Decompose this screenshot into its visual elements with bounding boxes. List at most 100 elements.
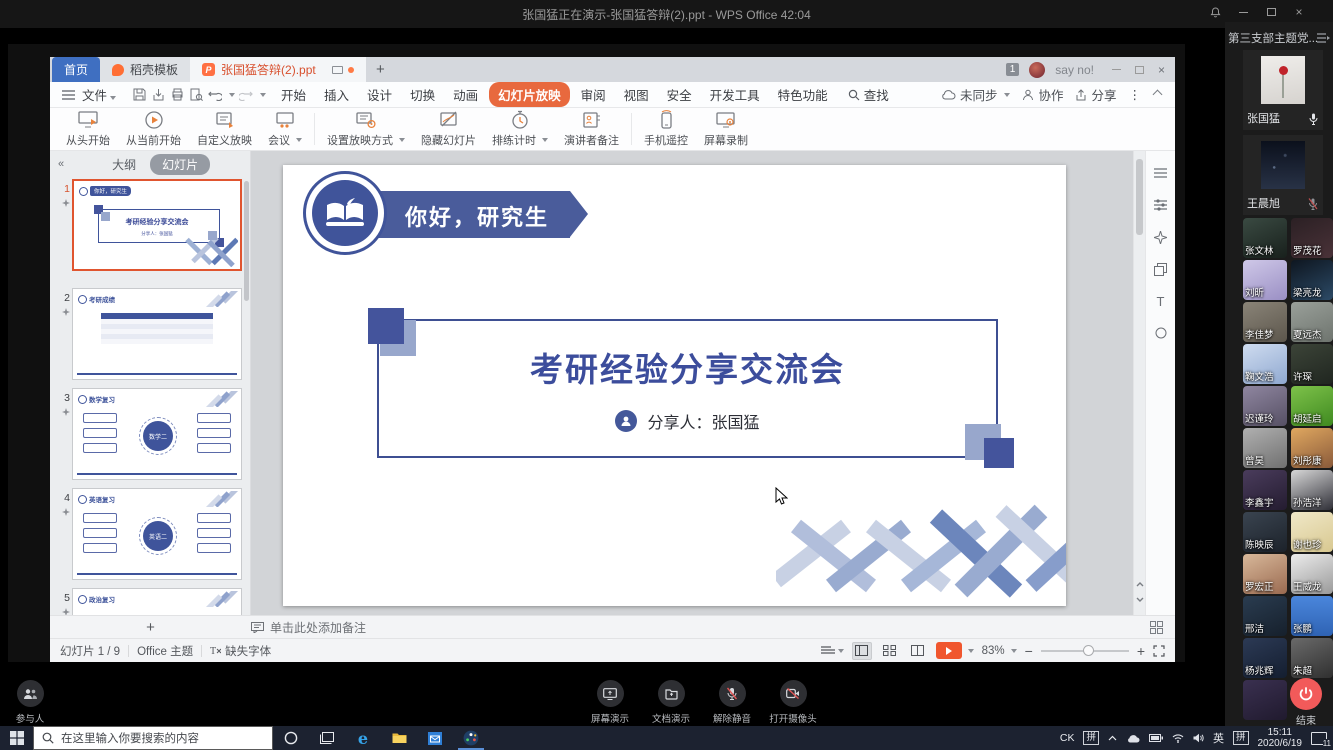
onedrive-icon[interactable] [1126,734,1140,743]
menu-item[interactable]: 开始 [272,86,315,106]
file-explorer-icon[interactable] [381,726,417,750]
participant-tile[interactable]: 谢也珍 [1291,512,1333,552]
participant-tile[interactable]: 杨兆辉 [1243,638,1287,678]
theme-name[interactable]: Office 主题 [137,643,193,659]
tab-home[interactable]: 首页 [52,57,100,82]
participant-tile[interactable]: 曾昊 [1243,428,1287,468]
slide-thumbnail-3[interactable]: 3 数学复习 数学二 [56,388,246,486]
participant-tile[interactable]: 夏远杰 [1291,302,1333,342]
user-avatar[interactable] [1029,62,1045,78]
wps-close-button[interactable]: × [1158,63,1165,77]
screen-share-button[interactable]: 屏幕演示 [588,680,632,725]
menu-item[interactable]: 插入 [315,86,358,106]
reading-view-button[interactable] [908,642,928,660]
speaker-icon[interactable] [1193,733,1204,743]
participant-tile[interactable]: 许琛 [1291,344,1333,384]
properties-icon[interactable] [1153,165,1169,181]
ribbon-phone-remote[interactable]: 手机遥控 [636,108,696,150]
participant-tile[interactable]: 罗茂花 [1291,218,1333,258]
tray-expand-icon[interactable] [1108,735,1117,741]
wifi-icon[interactable] [1172,734,1184,743]
shape-tool-icon[interactable] [1153,325,1169,341]
print-icon[interactable] [169,87,185,103]
redo-icon[interactable] [238,87,254,103]
animation-star-icon[interactable] [1153,229,1169,245]
wps-minimize-button[interactable] [1112,69,1121,70]
mail-icon[interactable] [417,726,453,750]
menu-file[interactable]: 文件 [78,82,125,107]
participant-tile[interactable]: 鞠文浩 [1243,344,1287,384]
slideshow-play-button[interactable] [936,642,962,659]
new-slide-button[interactable]: + [50,619,251,636]
notes-toggle-icon[interactable] [821,646,844,656]
undo-caret-icon[interactable] [229,93,235,97]
menu-item[interactable]: 特色功能 [769,86,837,106]
ribbon-screen-record[interactable]: 屏幕录制 [696,108,756,150]
zoom-level[interactable]: 83% [982,645,1017,657]
search-command[interactable]: 查找 [839,82,898,107]
start-button[interactable] [0,726,33,750]
play-options-caret[interactable] [968,649,974,653]
canvas-scrollbar[interactable] [1133,151,1145,615]
participant-tile[interactable]: 邢洁 [1243,596,1287,636]
sync-status[interactable]: 未同步 [941,85,1011,104]
participant-featured[interactable]: 王晨旭 [1243,135,1323,215]
participant-tile[interactable]: 张鹏 [1291,596,1333,636]
collapse-ribbon-icon[interactable] [1153,90,1163,100]
slide-thumbnail-5[interactable]: 5 政治复习 [56,588,246,615]
participant-tile[interactable]: 张文林 [1243,218,1287,258]
tray-clock[interactable]: 15:11 2020/6/19 [1258,727,1303,749]
share-button[interactable]: 分享 [1075,85,1116,104]
participant-tile[interactable]: 陈映辰 [1243,512,1287,552]
zoom-slider-knob[interactable] [1083,645,1094,656]
selection-pane-icon[interactable] [1153,261,1169,277]
participant-tile[interactable]: 王威龙 [1291,554,1333,594]
tab-outline[interactable]: 大纲 [112,156,136,173]
print-preview-icon[interactable] [188,87,204,103]
ribbon-from-beginning[interactable]: 从头开始 [58,108,118,150]
output-icon[interactable] [150,87,166,103]
text-tool-icon[interactable]: T [1153,293,1169,309]
menu-item[interactable]: 动画 [444,86,487,106]
scrollbar-thumb[interactable] [1136,159,1143,235]
participant-tile[interactable]: 梁亮龙 [1291,260,1333,300]
ribbon-custom-show[interactable]: 自定义放映 [189,108,260,150]
collapse-panel-icon[interactable]: « [58,158,64,170]
missing-font-warning[interactable]: T 缺失字体 [210,643,271,659]
participant-tile[interactable]: 李佳梦 [1243,302,1287,342]
collaborate-button[interactable]: 协作 [1022,85,1063,104]
participant-tile[interactable] [1243,680,1287,720]
bell-icon[interactable] [1209,6,1221,18]
tray-ime-grid[interactable]: 拼 [1233,731,1249,745]
tab-document[interactable]: P 张国猛答辩(2).ppt [190,57,366,82]
taskbar-search-input[interactable]: 在这里输入你要搜索的内容 [33,726,273,750]
notes-placeholder[interactable]: 单击此处添加备注 [251,619,366,636]
menu-item[interactable]: 开发工具 [701,86,769,106]
participant-tile[interactable]: 李鑫宇 [1243,470,1287,510]
more-menu-icon[interactable]: ⋮ [1129,87,1143,102]
participant-tile[interactable]: 迟谨玲 [1243,386,1287,426]
participant-tile[interactable]: 胡延启 [1291,386,1333,426]
cortana-button[interactable] [273,726,309,750]
ribbon-hide-slide[interactable]: 隐藏幻灯片 [413,108,484,150]
ribbon-speaker-notes[interactable]: 演讲者备注 [556,108,627,150]
zoom-slider[interactable] [1041,650,1129,652]
tab-template-store[interactable]: 稻壳模板 [100,57,190,82]
wps-restore-button[interactable] [1135,66,1144,74]
hamburger-icon[interactable] [60,87,76,103]
ribbon-rehearse-timing[interactable]: 排练计时 [484,108,556,150]
next-slide-icon[interactable] [1136,595,1144,603]
tab-slides[interactable]: 幻灯片 [150,154,210,175]
menu-item[interactable]: 切换 [401,86,444,106]
editor-canvas[interactable]: 你好，研究生 [251,151,1133,615]
ribbon-setup-show[interactable]: 设置放映方式 [319,108,413,150]
unmute-button[interactable]: 解除静音 [710,680,754,725]
edge-icon[interactable]: e [345,726,381,750]
close-button[interactable]: × [1293,6,1305,18]
slide[interactable]: 你好，研究生 [283,165,1066,606]
slide-thumbnail-2[interactable]: 2 考研成绩 [56,288,246,386]
task-view-button[interactable] [309,726,345,750]
document-share-button[interactable]: 文档演示 [649,680,693,725]
presenter-line[interactable]: 分享人：张国猛 [377,409,998,433]
action-center-icon[interactable]: 11 [1311,732,1327,745]
